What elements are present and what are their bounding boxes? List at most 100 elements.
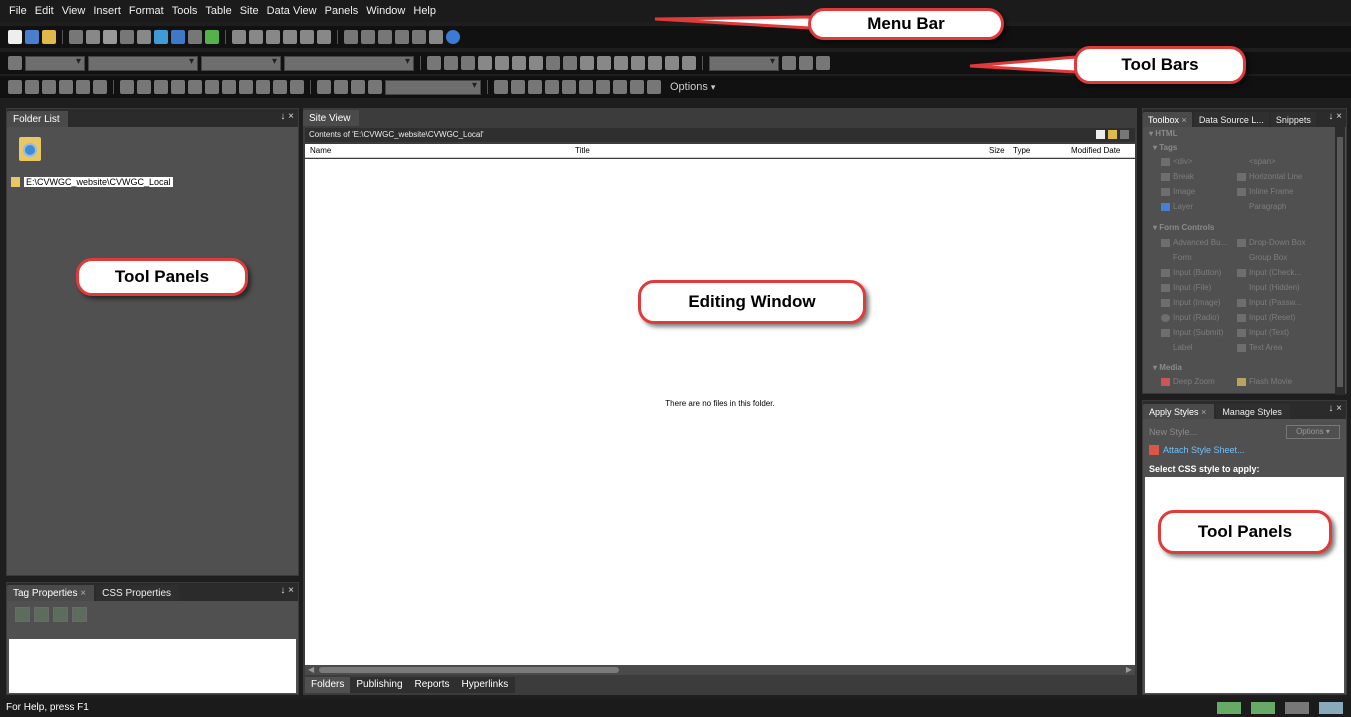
close-tab-icon[interactable]: × [80, 588, 86, 599]
close-tab-icon[interactable]: × [1201, 407, 1206, 417]
visual-aids-icon[interactable] [1217, 702, 1241, 714]
toolbox-item-break[interactable]: Break [1161, 172, 1194, 181]
snap-icon[interactable] [816, 56, 830, 70]
menu-tools[interactable]: Tools [168, 5, 202, 17]
toolbox-item-label[interactable]: Label [1161, 343, 1193, 352]
page-size-icon[interactable] [1285, 702, 1309, 714]
up-folder-icon[interactable] [1120, 130, 1129, 139]
menu-insert[interactable]: Insert [89, 5, 125, 17]
column-name[interactable]: Name [310, 146, 331, 155]
rectangle-icon[interactable] [239, 80, 253, 94]
tab-manage-styles[interactable]: Manage Styles [1216, 404, 1290, 419]
underline-icon[interactable] [461, 56, 475, 70]
tab-folder-list[interactable]: Folder List [7, 111, 68, 127]
copy-icon[interactable] [249, 30, 263, 44]
toolbox-item-input-radio[interactable]: Input (Radio) [1161, 313, 1219, 322]
highlight-icon[interactable] [563, 56, 577, 70]
toolbox-item-input-hidden[interactable]: Input (Hidden) [1237, 283, 1300, 292]
print-icon[interactable] [137, 30, 151, 44]
paste-icon[interactable] [266, 30, 280, 44]
tab-publishing[interactable]: Publishing [350, 677, 408, 693]
toolbox-item-advanced-button[interactable]: Advanced Bu... [1161, 238, 1227, 247]
text-color-icon[interactable] [682, 56, 696, 70]
align-center-icon[interactable] [495, 56, 509, 70]
menu-site[interactable]: Site [236, 5, 263, 17]
toolbox-item-input-submit[interactable]: Input (Submit) [1161, 328, 1223, 337]
menu-file[interactable]: File [5, 5, 31, 17]
format-code-icon[interactable] [579, 80, 593, 94]
snippet-icon[interactable] [630, 80, 644, 94]
borders-icon[interactable] [648, 56, 662, 70]
scroll-thumb[interactable] [319, 667, 619, 673]
properties-icon[interactable] [72, 607, 87, 622]
toolbox-scrollbar[interactable] [1335, 127, 1345, 395]
align-icon[interactable] [76, 80, 90, 94]
menu-view[interactable]: View [58, 5, 90, 17]
style-icon[interactable] [8, 56, 22, 70]
options-dropdown[interactable]: Options ▾ [1286, 425, 1340, 439]
style-dropdown[interactable] [25, 55, 85, 71]
toolbox-item-input-image[interactable]: Input (Image) [1161, 298, 1221, 307]
bookmark-next-icon[interactable] [528, 80, 542, 94]
column-size[interactable]: Size [989, 146, 1005, 155]
size-dropdown[interactable] [201, 55, 281, 71]
row-icon[interactable] [137, 80, 151, 94]
new-page-icon[interactable] [8, 30, 22, 44]
insert-table-icon[interactable] [361, 30, 375, 44]
menu-format[interactable]: Format [125, 5, 168, 17]
cell-icon[interactable] [120, 80, 134, 94]
horizontal-scrollbar[interactable]: ◀ ▶ [305, 665, 1135, 675]
tag-icon[interactable] [613, 80, 627, 94]
indent-code-icon[interactable] [647, 80, 661, 94]
tag-select-icon[interactable] [562, 80, 576, 94]
toolbox-item-inline-frame[interactable]: Inline Frame [1237, 187, 1293, 196]
toolbox-item-dropdown-box[interactable]: Drop-Down Box [1237, 238, 1305, 247]
new-style-link[interactable]: New Style... [1149, 427, 1197, 437]
insert-picture-icon[interactable] [378, 30, 392, 44]
tab-reports[interactable]: Reports [409, 677, 456, 693]
save-icon[interactable] [25, 30, 39, 44]
undo-icon[interactable] [300, 30, 314, 44]
polygon-icon[interactable] [273, 80, 287, 94]
toolbox-group-tags[interactable]: ▾ Tags [1153, 143, 1177, 152]
close-tab-icon[interactable]: × [1182, 115, 1187, 125]
new-folder-icon[interactable] [1108, 130, 1117, 139]
toolbox-section-html[interactable]: ▾ HTML [1149, 129, 1177, 138]
bullets-icon[interactable] [597, 56, 611, 70]
eraser-icon[interactable] [205, 80, 219, 94]
insert-layer-icon[interactable] [344, 30, 358, 44]
toolbox-item-div[interactable]: <div> [1161, 157, 1193, 166]
toolbox-item-input-reset[interactable]: Input (Reset) [1237, 313, 1295, 322]
scroll-thumb[interactable] [1337, 137, 1343, 387]
tab-hyperlinks[interactable]: Hyperlinks [456, 677, 515, 693]
toolbox-item-span[interactable]: <span> [1237, 157, 1276, 166]
decrease-indent-icon[interactable] [614, 56, 628, 70]
bookmark-icon[interactable] [412, 30, 426, 44]
code-dropdown[interactable] [385, 79, 481, 95]
insert-link-icon[interactable] [395, 30, 409, 44]
menu-edit[interactable]: Edit [31, 5, 58, 17]
page-icon[interactable] [782, 56, 796, 70]
position-icon[interactable] [8, 80, 22, 94]
bring-forward-icon[interactable] [25, 80, 39, 94]
toolbox-item-paragraph[interactable]: Paragraph [1237, 202, 1286, 211]
new-page-icon[interactable] [1096, 130, 1105, 139]
menu-window[interactable]: Window [362, 5, 409, 17]
toolbox-item-input-file[interactable]: Input (File) [1161, 283, 1211, 292]
preview-icon[interactable] [120, 30, 134, 44]
font-dropdown[interactable] [88, 55, 198, 71]
doctype-icon[interactable] [1319, 702, 1343, 714]
options-chevron-icon[interactable]: ▾ [711, 82, 716, 93]
move-icon[interactable] [59, 80, 73, 94]
code-icon[interactable] [317, 80, 331, 94]
show-set-icon[interactable] [53, 607, 68, 622]
pin-close-icon[interactable]: ↓ × [1328, 403, 1342, 414]
toolbox-item-image[interactable]: Image [1161, 187, 1195, 196]
column-icon[interactable] [154, 80, 168, 94]
toolbox-item-text-area[interactable]: Text Area [1237, 343, 1282, 352]
spelling-icon[interactable] [205, 30, 219, 44]
menu-help[interactable]: Help [409, 5, 440, 17]
file-list-area[interactable]: There are no files in this folder. [305, 159, 1135, 665]
toolbox-item-input-text[interactable]: Input (Text) [1237, 328, 1289, 337]
tab-folders[interactable]: Folders [305, 677, 351, 693]
